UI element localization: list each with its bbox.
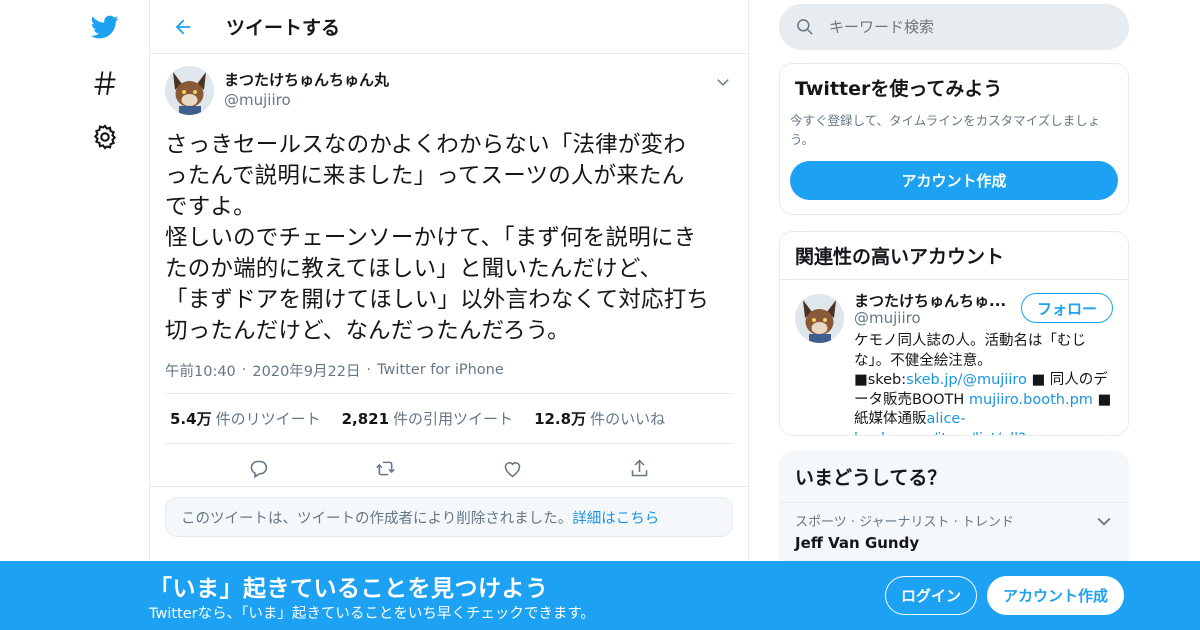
quote-count-value: 2,821 [341,410,390,428]
page-title: ツイートする [226,17,341,39]
tweet-author: まつたけちゅんちゅん丸 @mujiiro [165,66,733,116]
related-account-handle[interactable]: @mujiiro [854,309,921,327]
tweet-stats: 5.4万 件のリツイート 2,821 件の引用ツイート 12.8万 件のいいね [165,393,733,444]
quote-count[interactable]: 2,821 件の引用ツイート [342,408,513,429]
tweet: まつたけちゅんちゅん丸 @mujiiro さっきセールスなのかよくわからない「法… [150,54,748,492]
follow-button[interactable]: フォロー [1021,293,1113,323]
quote-count-label: 件の引用ツイート [393,410,514,428]
settings-gear-icon[interactable] [85,117,125,157]
deleted-notice-text: このツイートは、ツイートの作成者により削除されました。 [181,510,573,527]
tweet-time[interactable]: 午前10:40 [165,360,236,381]
reply-icon[interactable] [242,451,276,485]
deleted-tweet-notice: このツイートは、ツイートの作成者により削除されました。 詳細はこちら [165,497,733,537]
bio-link-booth[interactable]: mujiiro.booth.pm [969,392,1093,408]
search-icon [797,19,813,35]
signup-card: Twitterを使ってみよう 今すぐ登録して、タイムラインをカスタマイズしましょ… [779,63,1129,215]
divider [150,486,750,487]
retweet-count-label: 件のリツイート [215,410,321,428]
details-link[interactable]: 詳細はこちら [572,507,659,528]
tweet-source[interactable]: Twitter for iPhone [377,362,504,378]
retweet-count[interactable]: 5.4万 件のリツイート [170,408,321,429]
author-name[interactable]: まつたけちゅんちゅん丸 [224,70,389,90]
avatar[interactable] [165,66,214,115]
banner-title: 「いま」起きていることを見つけよう [149,576,549,602]
meta-separator: · [366,362,372,378]
related-account-name[interactable]: まつたけちゅんちゅ... [854,290,1014,311]
banner-create-account-button[interactable]: アカウント作成 [987,576,1124,615]
related-accounts-card: 関連性の高いアカウント まつたけちゅんちゅ... @mujiiro フォロー ケ… [779,231,1129,436]
twitter-bird-icon[interactable] [85,7,125,47]
signup-banner: 「いま」起きていることを見つけよう Twitterなら、「いま」起きていることを… [0,561,1200,630]
trend-category: スポーツ · ジャーナリスト · トレンド [795,515,1014,530]
related-accounts-title: 関連性の高いアカウント [780,232,1128,280]
left-nav [60,0,150,630]
author-handle[interactable]: @mujiiro [224,90,389,110]
chevron-down-icon[interactable] [1094,511,1114,531]
trend-name: Jeff Van Gundy [795,534,920,552]
chevron-down-icon[interactable] [713,72,733,92]
signup-card-description: 今すぐ登録して、タイムラインをカスタマイズしましょう。 [790,113,1101,147]
share-icon[interactable] [623,451,657,485]
related-account-item[interactable]: まつたけちゅんちゅ... @mujiiro フォロー ケモノ同人誌の人。活動名は… [780,280,1128,435]
like-count[interactable]: 12.8万 件のいいね [534,408,665,429]
create-account-button[interactable]: アカウント作成 [790,161,1118,200]
trends-card: いまどうしてる？ スポーツ · ジャーナリスト · トレンド Jeff Van … [779,451,1129,571]
hashtag-icon[interactable] [85,62,125,102]
signup-card-title: Twitterを使ってみよう [795,78,1003,100]
like-count-label: 件のいいね [590,410,666,428]
meta-separator: · [241,362,247,378]
avatar[interactable] [795,294,844,343]
search-bar[interactable] [779,4,1129,50]
tweet-date[interactable]: 2020年9月22日 [252,360,360,381]
like-count-value: 12.8万 [534,410,587,428]
main-column: ツイートする まつたけちゅんちゅん丸 @mujiiro さっきセールスなのかよく… [149,0,750,630]
login-button[interactable]: ログイン [885,576,977,615]
search-input[interactable] [829,18,1109,36]
tweet-actions [165,444,733,492]
page-header: ツイートする [150,0,748,54]
retweet-icon[interactable] [369,451,403,485]
retweet-count-value: 5.4万 [170,410,212,428]
banner-subtitle: Twitterなら、「いま」起きていることをいち早くチェックできます。 [149,606,595,622]
like-icon[interactable] [496,451,530,485]
tweet-meta: 午前10:40 · 2020年9月22日 · Twitter for iPhon… [165,357,733,383]
trends-title: いまどうしてる？ [780,452,1128,503]
arrow-left-icon[interactable] [168,12,198,42]
tweet-text: さっきセールスなのかよくわからない「法律が変わ ったんで説明に来ました」ってスー… [165,132,710,344]
bio-link-skeb[interactable]: skeb.jp/@mujiiro [906,372,1027,388]
related-account-bio: ケモノ同人誌の人。活動名は「むじな」。不健全絵注意。■skeb:skeb.jp/… [854,332,1114,435]
